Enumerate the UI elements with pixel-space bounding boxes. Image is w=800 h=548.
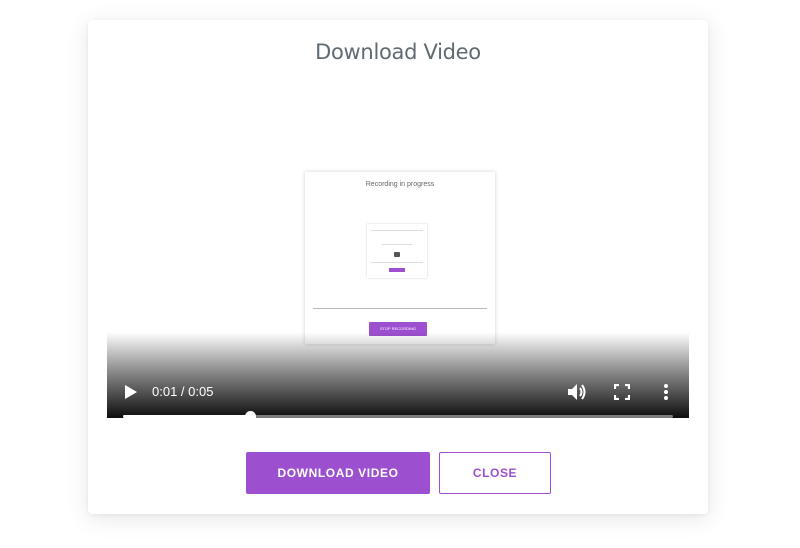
frame-divider [313, 308, 487, 309]
frame-card [367, 224, 427, 278]
close-button[interactable]: CLOSE [439, 452, 551, 494]
progress-scrubber-handle[interactable] [244, 411, 256, 418]
progress-bar[interactable] [123, 411, 673, 418]
download-video-dialog: Download Video Recording in progress STO… [88, 20, 708, 514]
dialog-title: Download Video [315, 40, 481, 64]
fullscreen-icon [614, 384, 630, 400]
fullscreen-button[interactable] [611, 381, 633, 403]
frame-title: Recording in progress [365, 181, 435, 188]
progress-fill [123, 415, 250, 418]
volume-button[interactable] [566, 381, 588, 403]
more-vert-icon [664, 384, 668, 400]
download-video-button[interactable]: DOWNLOAD VIDEO [246, 452, 430, 494]
play-icon [125, 385, 137, 399]
volume-icon [568, 384, 586, 400]
video-player[interactable]: Recording in progress STOP RECORDING 0:0… [107, 100, 689, 418]
time-display: 0:01 / 0:05 [152, 384, 214, 399]
controls-overlay [107, 332, 689, 418]
video-frame-preview: Recording in progress STOP RECORDING [305, 172, 495, 344]
play-button[interactable] [121, 382, 141, 402]
more-options-button[interactable] [655, 381, 677, 403]
